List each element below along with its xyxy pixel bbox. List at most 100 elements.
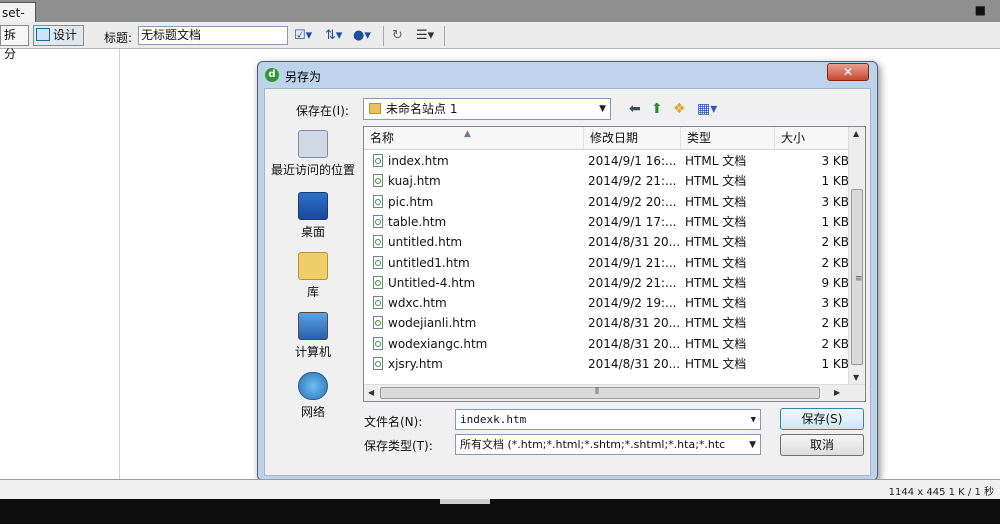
- vertical-scroll-thumb[interactable]: ≡: [851, 189, 863, 365]
- file-name-cell: wodexiangc.htm: [373, 334, 578, 354]
- file-row[interactable]: index.htm 2014/9/1 16:... HTML 文档 3 KB: [364, 151, 849, 171]
- file-date-cell: 2014/9/2 21:...: [588, 275, 677, 290]
- html-file-icon: [373, 296, 383, 310]
- title-label: 标题:: [104, 31, 133, 45]
- save-as-dialog: d 另存为 ✕ 保存在(I): 未命名站点 1 ▼ ⬅ ⬆ ❖ ▦▾ 最近访问的…: [257, 61, 878, 481]
- file-name-cell: untitled.htm: [373, 232, 578, 252]
- html-file-icon: [373, 214, 383, 228]
- file-type-select[interactable]: 所有文档 (*.htm;*.html;*.shtm;*.shtml;*.hta;…: [455, 434, 761, 455]
- title-input[interactable]: 无标题文档: [138, 26, 288, 45]
- column-header-type[interactable]: 类型: [681, 127, 775, 149]
- cancel-button[interactable]: 取消: [780, 434, 864, 456]
- panel-grip[interactable]: [440, 499, 490, 504]
- file-name-cell: table.htm: [373, 212, 578, 232]
- html-file-icon: [373, 316, 383, 330]
- scroll-right-icon[interactable]: ▶: [834, 388, 840, 397]
- view-menu-icon[interactable]: ▦▾: [697, 100, 717, 118]
- file-name-cell: index.htm: [373, 151, 578, 171]
- computer-icon: [298, 312, 328, 340]
- scroll-grip-icon: ≡: [855, 274, 863, 284]
- save-in-dropdown[interactable]: 未命名站点 1 ▼: [363, 98, 611, 120]
- place-recent[interactable]: 最近访问的位置: [265, 130, 361, 178]
- desktop-icon: [298, 192, 328, 220]
- file-type-label: 保存类型(T):: [364, 439, 433, 453]
- window-close-icon[interactable]: ■: [975, 3, 986, 17]
- file-row[interactable]: kuaj.htm 2014/9/2 21:... HTML 文档 1 KB: [364, 171, 849, 191]
- file-transfer-icon[interactable]: ⇅▾: [325, 27, 342, 44]
- file-row[interactable]: Untitled-4.htm 2014/9/2 21:... HTML 文档 9 KB: [364, 273, 849, 293]
- file-list-header: 名称 ▲ 修改日期 类型 大小: [364, 127, 849, 150]
- file-row[interactable]: pic.htm 2014/9/2 20:... HTML 文档 3 KB: [364, 192, 849, 212]
- html-file-icon: [373, 235, 383, 249]
- column-header-name[interactable]: 名称 ▲: [364, 127, 584, 149]
- file-size-cell: 1 KB: [821, 214, 849, 229]
- status-bar: 1144 x 445 1 K / 1 秒: [0, 479, 1000, 499]
- view-options-icon[interactable]: ☰▾: [416, 27, 434, 44]
- horizontal-scrollbar[interactable]: ◀ ⦀ ▶: [364, 384, 865, 401]
- back-icon[interactable]: ⬅: [629, 100, 641, 118]
- new-folder-icon[interactable]: ❖: [673, 100, 686, 118]
- file-type-value: 所有文档 (*.htm;*.html;*.shtm;*.shtml;*.hta;…: [460, 438, 726, 451]
- file-name-text: Untitled-4.htm: [388, 275, 476, 290]
- file-size-cell: 2 KB: [821, 255, 849, 270]
- html-file-icon: [373, 336, 383, 350]
- file-type-cell: HTML 文档: [685, 336, 747, 351]
- save-button[interactable]: 保存(S): [780, 408, 864, 430]
- file-date-cell: 2014/8/31 20...: [588, 357, 680, 371]
- scroll-up-icon[interactable]: ▲: [853, 129, 859, 138]
- dialog-titlebar[interactable]: d 另存为 ✕: [258, 62, 877, 88]
- scroll-grip-icon: ⦀: [595, 387, 599, 397]
- preview-browser-icon[interactable]: ●▾: [353, 27, 371, 44]
- file-list[interactable]: 名称 ▲ 修改日期 类型 大小 index.htm 2014/9/1 16:... H…: [363, 126, 866, 402]
- app-logo-icon: d: [265, 68, 279, 82]
- dialog-close-button[interactable]: ✕: [827, 63, 869, 81]
- document-toolbar: 拆分 设计 标题: 无标题文档 ☑▾ ⇅▾ ●▾ ↻ ☰▾: [0, 22, 1000, 61]
- file-row[interactable]: untitled.htm 2014/8/31 20... HTML 文档 2 KB: [364, 232, 849, 252]
- file-type-cell: HTML 文档: [685, 214, 747, 229]
- validate-markup-icon[interactable]: ☑▾: [294, 27, 312, 44]
- status-text: 1144 x 445 1 K / 1 秒: [888, 487, 994, 498]
- design-view-button[interactable]: 设计: [33, 25, 84, 46]
- file-size-cell: 1 KB: [821, 357, 849, 371]
- column-header-size[interactable]: 大小: [775, 127, 849, 149]
- file-name-cell: kuaj.htm: [373, 171, 578, 191]
- file-row[interactable]: wdxc.htm 2014/9/2 19:... HTML 文档 3 KB: [364, 293, 849, 313]
- file-type-cell: HTML 文档: [685, 154, 747, 168]
- file-row[interactable]: table.htm 2014/9/1 17:... HTML 文档 1 KB: [364, 212, 849, 232]
- chevron-down-icon[interactable]: ▼: [746, 436, 756, 454]
- file-name-cell: xjsry.htm: [373, 354, 578, 374]
- place-label: 桌面: [300, 225, 325, 239]
- file-name-input[interactable]: indexk.htm ▼: [455, 409, 761, 430]
- chevron-down-icon[interactable]: ▼: [751, 411, 756, 430]
- place-computer[interactable]: 计算机: [265, 312, 361, 360]
- file-date-cell: 2014/8/31 20...: [588, 316, 680, 331]
- file-name-text: index.htm: [388, 154, 449, 168]
- place-network[interactable]: 网络: [265, 372, 361, 420]
- place-desktop[interactable]: 桌面: [265, 192, 361, 240]
- place-libraries[interactable]: 库: [265, 252, 361, 300]
- file-row[interactable]: xjsry.htm 2014/8/31 20... HTML 文档 1 KB: [364, 354, 849, 374]
- horizontal-scroll-thumb[interactable]: ⦀: [380, 387, 820, 399]
- file-row[interactable]: untitled1.htm 2014/9/1 21:... HTML 文档 2 KB: [364, 253, 849, 273]
- file-size-cell: 3 KB: [821, 296, 849, 311]
- file-date-cell: 2014/9/2 19:...: [588, 296, 677, 311]
- file-size-cell: 3 KB: [821, 154, 849, 168]
- file-name-cell: wdxc.htm: [373, 293, 578, 313]
- file-type-cell: HTML 文档: [685, 235, 747, 250]
- scroll-left-icon[interactable]: ◀: [368, 388, 374, 397]
- file-row[interactable]: wodejianli.htm 2014/8/31 20... HTML 文档 2 KB: [364, 313, 849, 333]
- save-in-value: 未命名站点 1: [386, 102, 458, 116]
- refresh-icon[interactable]: ↻: [392, 27, 403, 44]
- vertical-scrollbar[interactable]: ▲ ≡ ▼: [848, 127, 865, 385]
- scroll-down-icon[interactable]: ▼: [853, 373, 859, 382]
- up-folder-icon[interactable]: ⬆: [651, 100, 663, 118]
- file-row[interactable]: wodexiangc.htm 2014/8/31 20... HTML 文档 2 KB: [364, 334, 849, 354]
- split-view-button[interactable]: 拆分: [0, 25, 29, 61]
- html-file-icon: [373, 357, 383, 370]
- toolbar-divider: [383, 26, 384, 46]
- toolbar-divider: [444, 26, 445, 46]
- chevron-down-icon: ▼: [599, 104, 606, 114]
- column-header-date[interactable]: 修改日期: [584, 127, 681, 149]
- document-tab[interactable]: set-3*: [0, 2, 36, 34]
- file-date-cell: 2014/9/1 21:...: [588, 255, 677, 270]
